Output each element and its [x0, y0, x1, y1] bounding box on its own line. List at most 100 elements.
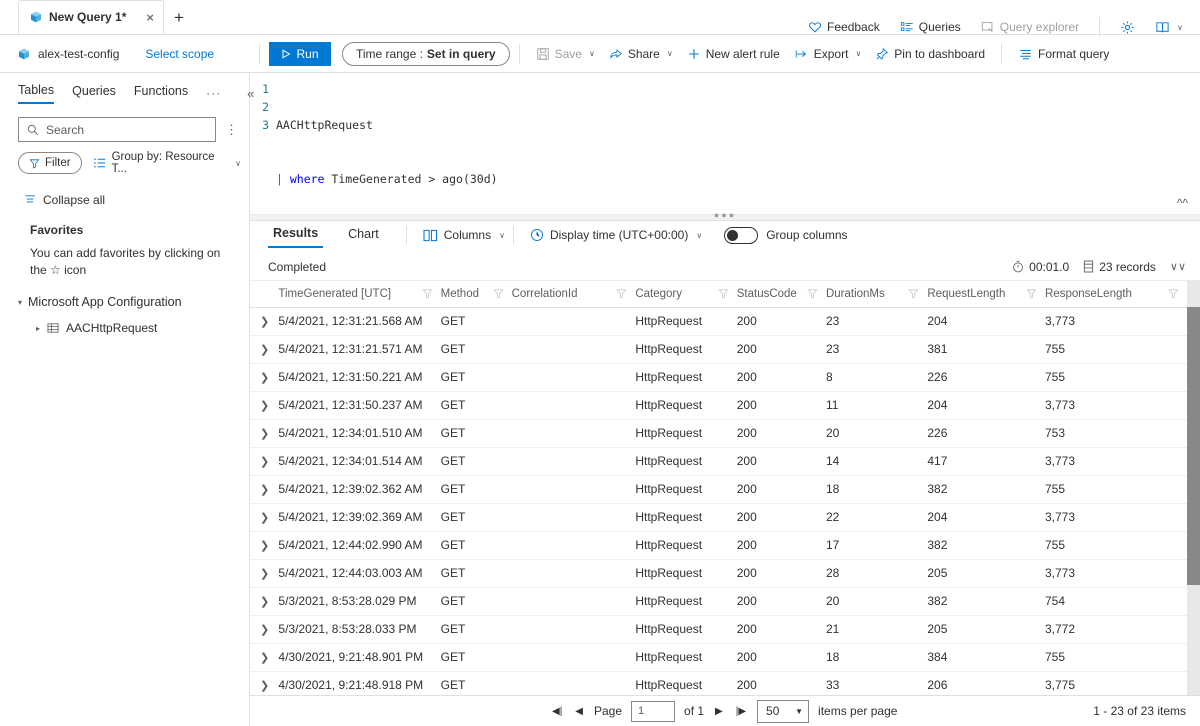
chevron-down-icon[interactable]: ∨ [696, 231, 702, 240]
query-editor[interactable]: 1 2 3 AACHttpRequest | where TimeGenerat… [250, 73, 1200, 214]
first-page-button[interactable]: ◀| [550, 706, 564, 717]
row-expand-icon[interactable]: ❯ [250, 559, 278, 587]
chevron-down-icon[interactable]: ∨ [855, 49, 861, 58]
funnel-icon[interactable] [908, 288, 919, 299]
query-tab[interactable]: New Query 1* × [18, 0, 164, 34]
format-query-button[interactable]: Format query [1011, 39, 1116, 69]
display-time-button[interactable]: Display time (UTC+00:00) ∨ [524, 228, 708, 246]
share-button[interactable]: Share ∨ [602, 39, 680, 69]
column-header-durationms[interactable]: DurationMs [826, 281, 927, 307]
settings-button[interactable] [1111, 14, 1144, 40]
page-size-select[interactable]: 50 ▼ [757, 700, 809, 723]
chevron-down-icon[interactable]: ∨ [589, 49, 595, 58]
sidebar-tab-queries[interactable]: Queries [72, 84, 116, 103]
table-row[interactable]: ❯5/4/2021, 12:31:50.221 AMGETHttpRequest… [250, 363, 1187, 391]
query-code[interactable]: AACHttpRequest | where TimeGenerated > a… [276, 80, 1200, 214]
group-microsoft-app-configuration[interactable]: ▾ Microsoft App Configuration [0, 279, 249, 309]
columns-button[interactable]: Columns ∨ [417, 228, 511, 246]
tab-results[interactable]: Results [268, 226, 323, 248]
group-by-button[interactable]: Group by: Resource T... ∨ [93, 151, 241, 175]
chevron-double-down-icon[interactable]: ∨∨ [1170, 260, 1186, 273]
filter-button[interactable]: Filter [18, 152, 82, 174]
next-page-button[interactable]: ▶ [713, 706, 725, 717]
row-expand-icon[interactable]: ❯ [250, 615, 278, 643]
column-header-category[interactable]: Category [635, 281, 736, 307]
search-input[interactable]: Search [18, 117, 216, 142]
funnel-icon[interactable] [616, 288, 627, 299]
export-button[interactable]: Export ∨ [787, 39, 869, 69]
chevron-double-up-icon[interactable]: ^^ [1177, 196, 1188, 210]
save-button[interactable]: Save ∨ [529, 39, 602, 69]
time-range-picker[interactable]: Time range : Set in query [342, 42, 510, 66]
sidebar-kebab-icon[interactable]: ⋮ [222, 122, 241, 138]
new-alert-rule-button[interactable]: New alert rule [680, 39, 787, 69]
row-expand-icon[interactable]: ❯ [250, 503, 278, 531]
funnel-icon[interactable] [1026, 288, 1037, 299]
column-header-responselength[interactable]: ResponseLength [1045, 281, 1187, 307]
row-expand-icon[interactable]: ❯ [250, 391, 278, 419]
table-row[interactable]: ❯5/3/2021, 8:53:28.033 PMGETHttpRequest2… [250, 615, 1187, 643]
row-expand-icon[interactable]: ❯ [250, 475, 278, 503]
chevron-down-icon[interactable]: ∨ [499, 231, 505, 240]
editor-results-splitter[interactable]: ●●● [250, 214, 1200, 221]
row-expand-icon[interactable]: ❯ [250, 307, 278, 335]
column-header-timegenerated[interactable]: TimeGenerated [UTC] [278, 281, 440, 307]
row-expand-icon[interactable]: ❯ [250, 643, 278, 671]
close-icon[interactable]: × [146, 11, 154, 24]
queries-button[interactable]: Queries [891, 14, 970, 40]
group-columns-toggle[interactable] [724, 227, 758, 244]
funnel-icon[interactable] [493, 288, 504, 299]
chevron-down-icon[interactable]: ∨ [667, 49, 673, 58]
row-expand-icon[interactable]: ❯ [250, 447, 278, 475]
row-expand-icon[interactable]: ❯ [250, 531, 278, 559]
table-row[interactable]: ❯4/30/2021, 9:21:48.901 PMGETHttpRequest… [250, 643, 1187, 671]
row-expand-icon[interactable]: ❯ [250, 363, 278, 391]
gear-icon [1120, 20, 1135, 35]
results-scrollbar[interactable] [1187, 281, 1200, 695]
feedback-button[interactable]: Feedback [799, 14, 889, 40]
select-scope-link[interactable]: Select scope [145, 47, 214, 61]
table-row[interactable]: ❯5/4/2021, 12:39:02.369 AMGETHttpRequest… [250, 503, 1187, 531]
collapse-all-button[interactable]: Collapse all [0, 175, 249, 207]
last-page-button[interactable]: |▶ [734, 706, 748, 717]
table-row[interactable]: ❯5/3/2021, 8:53:28.029 PMGETHttpRequest2… [250, 587, 1187, 615]
column-header-correlationid[interactable]: CorrelationId [512, 281, 636, 307]
run-button[interactable]: Run [269, 42, 331, 66]
tab-chart[interactable]: Chart [343, 227, 384, 247]
table-item-aachttprequest[interactable]: ▸ AACHttpRequest [0, 309, 249, 335]
prev-page-button[interactable]: ◀ [573, 706, 585, 717]
row-expand-icon[interactable]: ❯ [250, 587, 278, 615]
table-row[interactable]: ❯5/4/2021, 12:34:01.510 AMGETHttpRequest… [250, 419, 1187, 447]
funnel-icon[interactable] [422, 288, 433, 299]
pin-to-dashboard-button[interactable]: Pin to dashboard [868, 39, 992, 69]
table-row[interactable]: ❯5/4/2021, 12:31:50.237 AMGETHttpRequest… [250, 391, 1187, 419]
scope-selector[interactable]: alex-test-config Select scope [0, 35, 250, 73]
sidebar-tab-functions[interactable]: Functions [134, 84, 188, 103]
table-row[interactable]: ❯5/4/2021, 12:34:01.514 AMGETHttpRequest… [250, 447, 1187, 475]
scrollbar-thumb[interactable] [1187, 307, 1200, 585]
triangle-right-icon[interactable]: ▸ [36, 324, 40, 333]
table-row[interactable]: ❯5/4/2021, 12:44:02.990 AMGETHttpRequest… [250, 531, 1187, 559]
chevron-down-icon[interactable]: ∨ [235, 159, 241, 168]
sidebar-tab-tables[interactable]: Tables [18, 83, 54, 104]
query-explorer-button[interactable]: Query explorer [972, 14, 1088, 40]
table-row[interactable]: ❯5/4/2021, 12:39:02.362 AMGETHttpRequest… [250, 475, 1187, 503]
funnel-icon[interactable] [1168, 288, 1179, 299]
column-header-statuscode[interactable]: StatusCode [737, 281, 826, 307]
table-row[interactable]: ❯5/4/2021, 12:31:21.571 AMGETHttpRequest… [250, 335, 1187, 363]
row-expand-icon[interactable]: ❯ [250, 419, 278, 447]
table-row[interactable]: ❯5/4/2021, 12:44:03.003 AMGETHttpRequest… [250, 559, 1187, 587]
column-header-requestlength[interactable]: RequestLength [927, 281, 1045, 307]
funnel-icon[interactable] [807, 288, 818, 299]
chevron-down-icon[interactable]: ∨ [1177, 23, 1183, 32]
sidebar-more-icon[interactable]: ··· [206, 86, 221, 100]
guide-button[interactable]: ∨ [1146, 14, 1192, 40]
column-header-method[interactable]: Method [441, 281, 512, 307]
table-row[interactable]: ❯5/4/2021, 12:31:21.568 AMGETHttpRequest… [250, 307, 1187, 335]
row-expand-icon[interactable]: ❯ [250, 671, 278, 695]
row-expand-icon[interactable]: ❯ [250, 335, 278, 363]
table-row[interactable]: ❯4/30/2021, 9:21:48.918 PMGETHttpRequest… [250, 671, 1187, 695]
new-tab-button[interactable]: + [164, 8, 194, 28]
page-input[interactable]: 1 [631, 701, 675, 722]
funnel-icon[interactable] [718, 288, 729, 299]
